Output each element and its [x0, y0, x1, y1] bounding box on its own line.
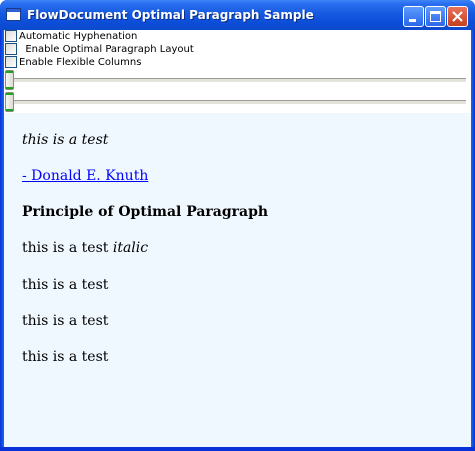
maximize-icon [430, 11, 441, 22]
close-icon [452, 11, 463, 22]
option-flexible-columns[interactable]: Enable Flexible Columns [4, 56, 204, 69]
minimize-icon [409, 19, 416, 22]
author-link[interactable]: - Donald E. Knuth [22, 168, 148, 184]
maximize-button[interactable] [425, 6, 446, 27]
paragraph-4-italic: italic [112, 240, 149, 256]
automatic-hyphenation-checkbox[interactable] [5, 30, 17, 42]
window-app-icon[interactable] [6, 8, 21, 21]
window-title: FlowDocument Optimal Paragraph Sample [27, 8, 314, 22]
window-frame-bottom [0, 447, 475, 451]
slider-1[interactable] [4, 70, 471, 90]
slider-1-thumb[interactable] [5, 70, 14, 90]
close-button[interactable] [447, 6, 468, 27]
flexible-columns-label: Enable Flexible Columns [19, 57, 142, 68]
paragraph-6: this is a test [22, 313, 109, 329]
paragraph-heading: Principle of Optimal Paragraph [22, 204, 269, 220]
slider-2-track[interactable] [8, 100, 466, 105]
flow-document-viewer[interactable]: this is a test - Donald E. Knuth Princip… [4, 113, 471, 447]
optimal-paragraph-checkbox[interactable] [5, 43, 17, 55]
slider-2-thumb[interactable] [5, 92, 14, 112]
window-frame-right [471, 30, 475, 451]
flexible-columns-checkbox[interactable] [5, 56, 17, 68]
app-window: FlowDocument Optimal Paragraph Sample Au… [0, 0, 475, 451]
slider-2[interactable] [4, 92, 471, 112]
paragraph-4-text: this is a test [22, 240, 113, 256]
option-automatic-hyphenation[interactable]: Automatic Hyphenation [4, 30, 204, 43]
title-bar[interactable]: FlowDocument Optimal Paragraph Sample [0, 0, 475, 30]
paragraph-5: this is a test [22, 277, 109, 293]
client-area: Automatic Hyphenation Enable Optimal Par… [4, 30, 471, 447]
option-optimal-paragraph[interactable]: Enable Optimal Paragraph Layout [4, 43, 224, 56]
minimize-button[interactable] [403, 6, 424, 27]
paragraph-4: this is a test italic [22, 240, 148, 256]
optimal-paragraph-label: Enable Optimal Paragraph Layout [19, 44, 194, 55]
paragraph-1: this is a test [22, 132, 109, 148]
slider-1-track[interactable] [8, 78, 466, 83]
paragraph-7: this is a test [22, 349, 109, 365]
automatic-hyphenation-label: Automatic Hyphenation [19, 31, 138, 42]
